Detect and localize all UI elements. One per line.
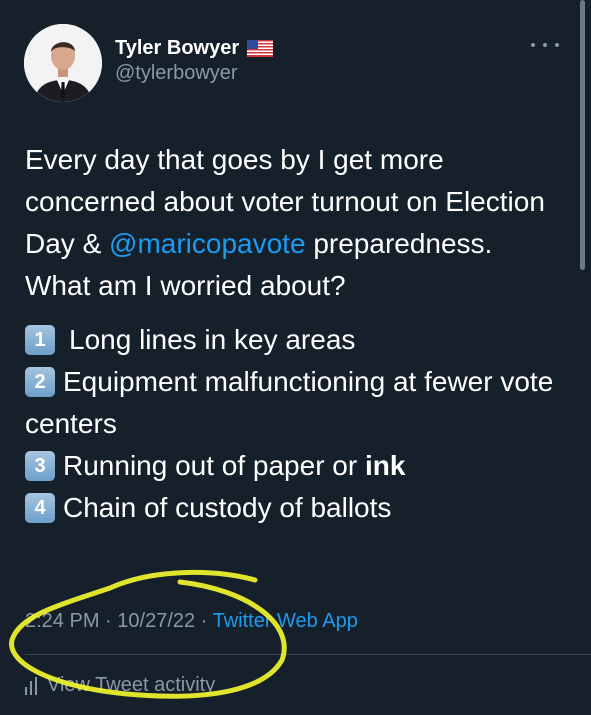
activity-label: View Tweet activity	[47, 674, 216, 696]
tweet-date[interactable]: 10/27/22	[117, 610, 195, 632]
author-info: Tyler Bowyer @tylerbowyer	[115, 36, 274, 85]
keycap-1-icon: 1	[25, 325, 55, 355]
author-name-row: Tyler Bowyer	[115, 36, 274, 60]
keycap-2-icon: 2	[25, 367, 55, 397]
bar-chart-icon	[25, 676, 37, 695]
more-horizontal-icon	[555, 43, 559, 47]
more-options-button[interactable]	[531, 38, 559, 52]
more-horizontal-icon	[531, 43, 535, 47]
us-flag-icon	[247, 39, 274, 57]
mention-link[interactable]: @maricopavote	[109, 228, 306, 259]
avatar[interactable]	[24, 24, 102, 102]
tweet-source-link[interactable]: Twitter Web App	[213, 610, 358, 632]
list-item-text: Equipment malfunctioning at fewer vote c…	[25, 366, 554, 439]
avatar-image	[24, 24, 102, 102]
tweet-metadata: 2:24 PM · 10/27/22 · Twitter Web App	[25, 610, 358, 633]
tweet-header: Tyler Bowyer @tylerbowyer	[24, 24, 575, 104]
author-handle[interactable]: @tylerbowyer	[115, 62, 273, 85]
worry-list: 1 Long lines in key areas 2 Equipment malf…	[25, 319, 560, 529]
list-item: 4 Chain of custody of ballots	[25, 487, 560, 529]
author-name[interactable]: Tyler Bowyer	[115, 37, 239, 60]
list-item-text: Long lines in key areas	[69, 324, 356, 355]
tweet-text: Every day that goes by I get more concer…	[25, 139, 560, 307]
list-item-text: Running out of paper or	[63, 450, 365, 481]
keycap-4-icon: 4	[25, 493, 55, 523]
list-item: 2 Equipment malfunctioning at fewer vote …	[25, 361, 560, 445]
view-tweet-activity-button[interactable]: View Tweet activity	[25, 674, 215, 697]
divider	[25, 654, 591, 655]
list-item: 3 Running out of paper or ink	[25, 445, 560, 487]
separator: ·	[105, 610, 112, 632]
tweet-time[interactable]: 2:24 PM	[25, 610, 99, 632]
scrollbar[interactable]	[580, 0, 585, 270]
list-item-bold-text: ink	[364, 450, 406, 481]
tweet-body: Every day that goes by I get more concer…	[25, 139, 560, 529]
separator: ·	[200, 610, 208, 632]
list-item: 1 Long lines in key areas	[25, 319, 560, 361]
keycap-3-icon: 3	[25, 451, 55, 481]
more-horizontal-icon	[543, 43, 547, 47]
list-item-text: Chain of custody of ballots	[63, 492, 392, 523]
